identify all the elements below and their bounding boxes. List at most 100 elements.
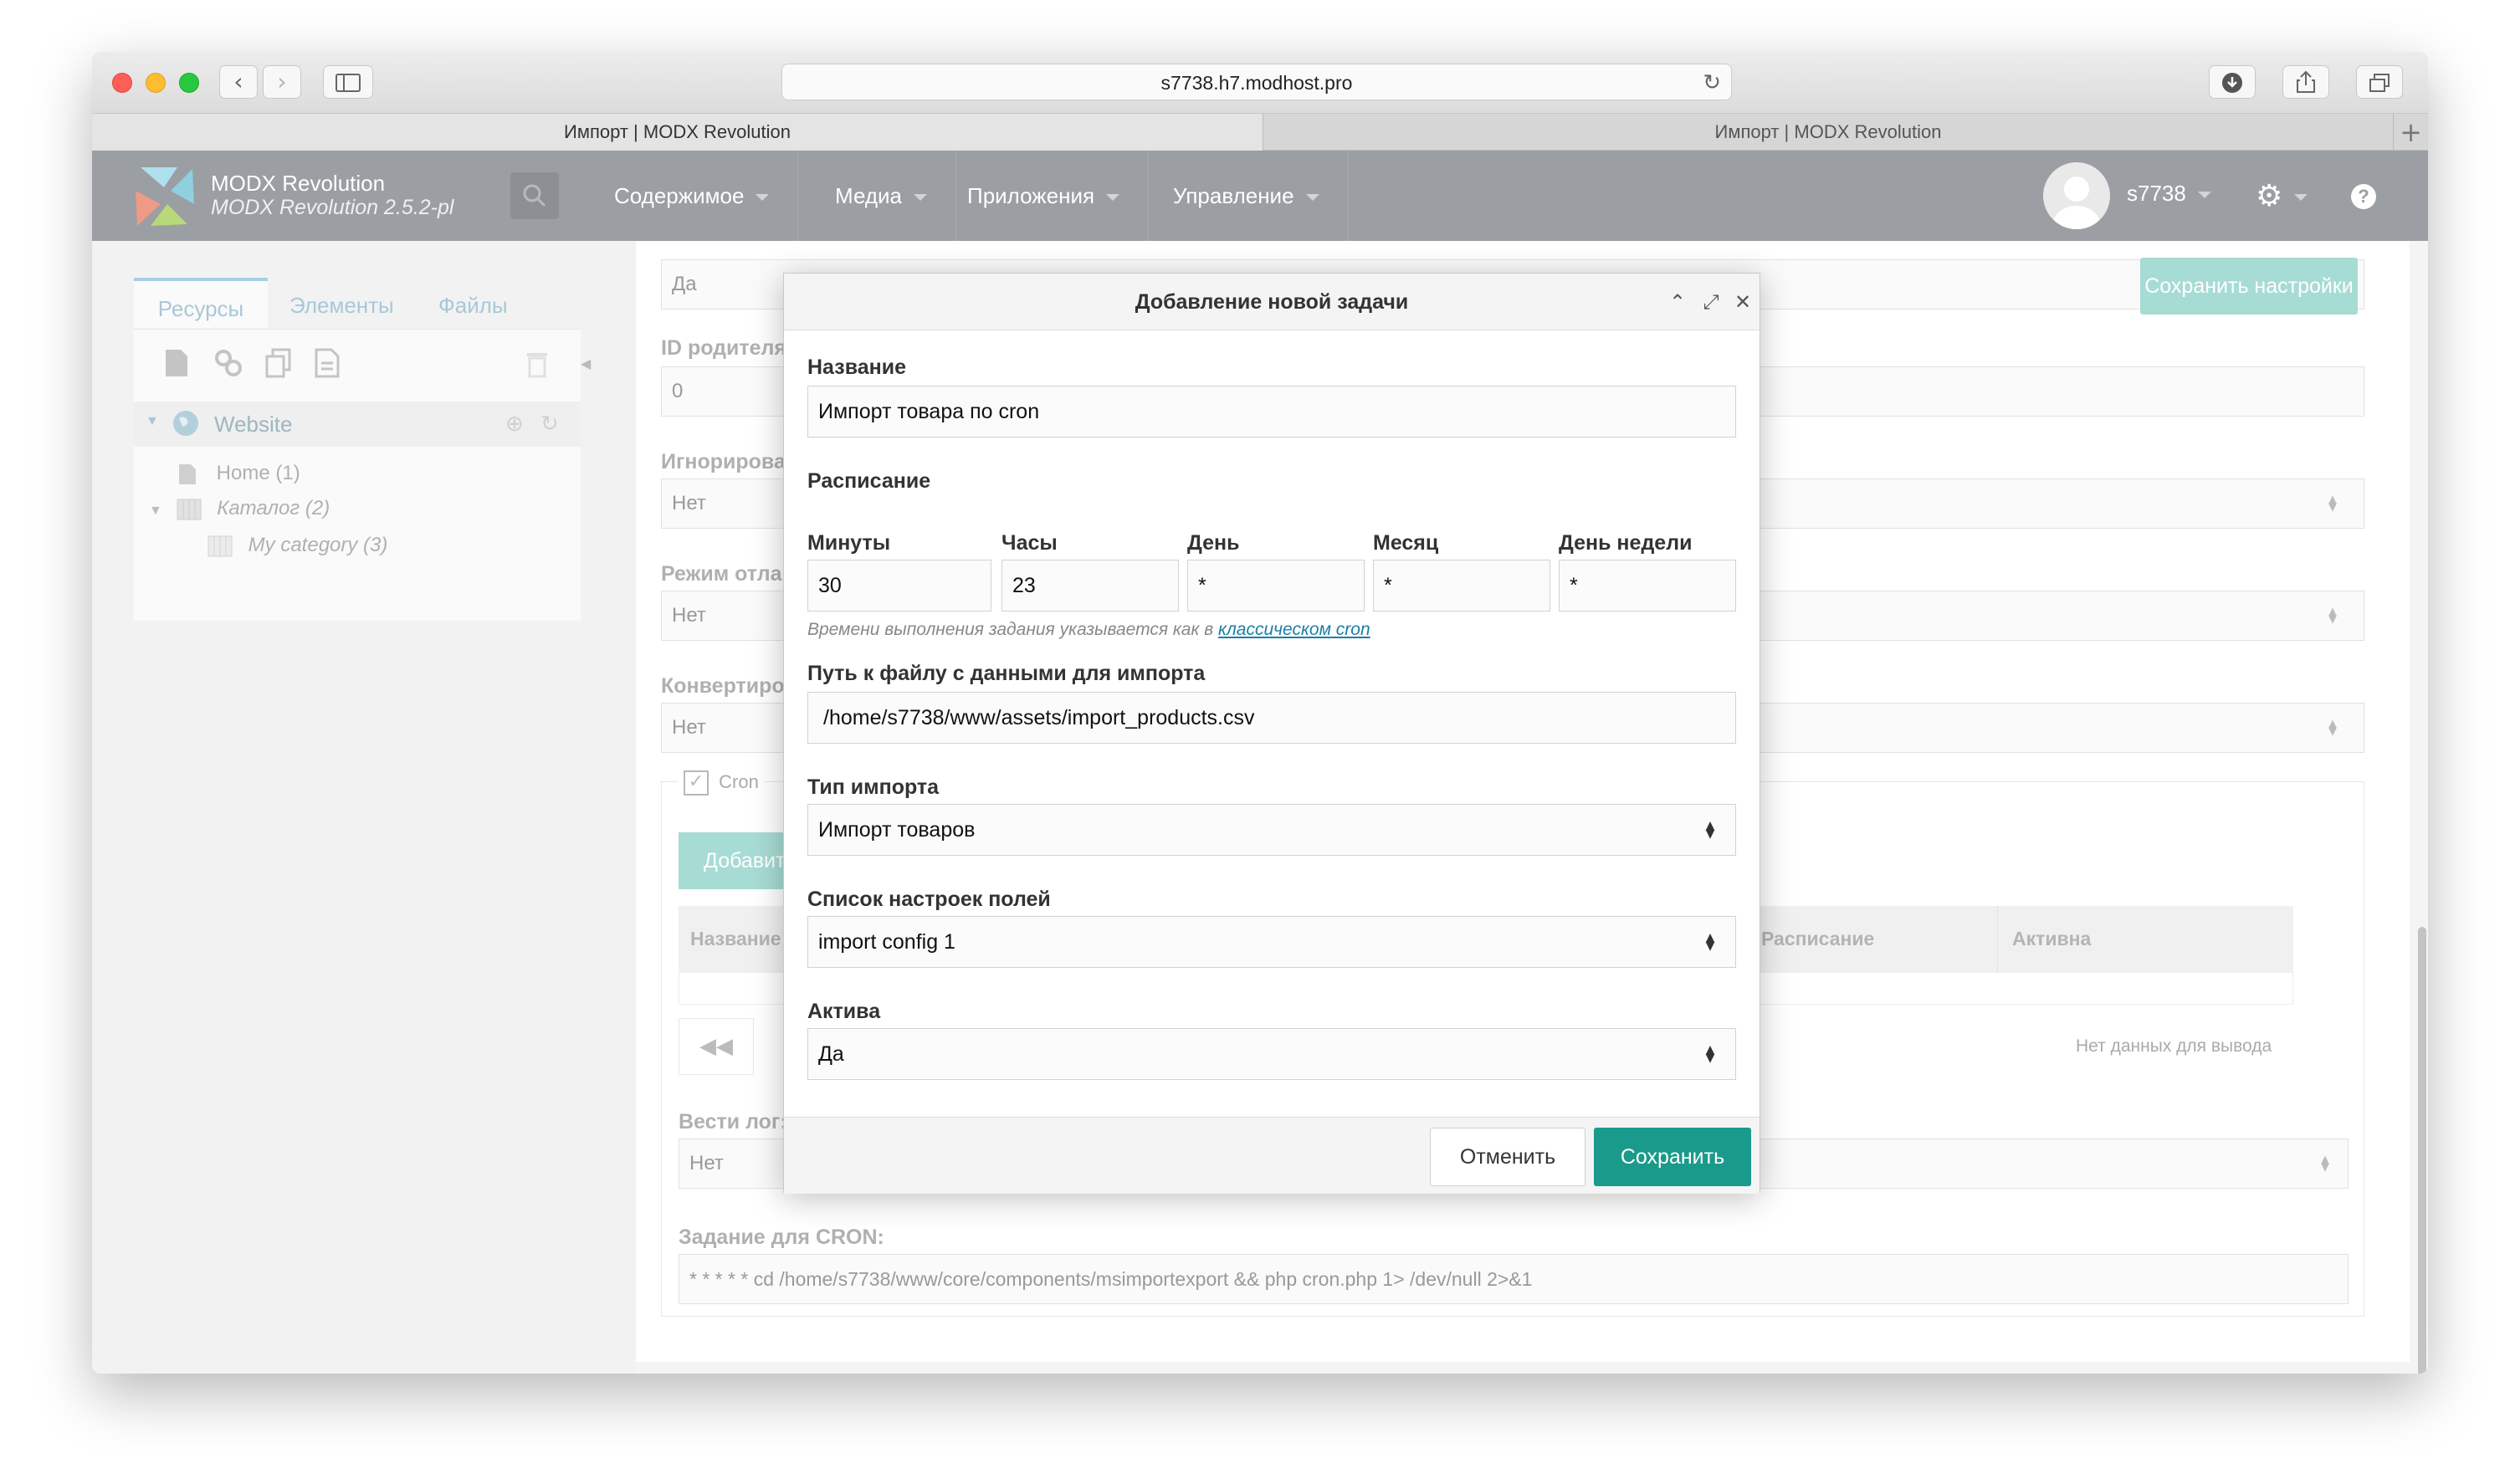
checkbox-label: Cron: [719, 770, 759, 792]
input-value: *: [1198, 574, 1206, 597]
page-scrollbar[interactable]: [2418, 927, 2426, 1374]
zoom-window-button[interactable]: [179, 73, 199, 93]
chevron-left-icon: ‹: [233, 68, 243, 95]
minutes-input[interactable]: 30: [807, 560, 991, 612]
settings-menu[interactable]: ⚙: [2256, 179, 2308, 213]
collapse-sidebar-icon[interactable]: ◀: [581, 355, 592, 375]
grid-column-active[interactable]: Активна: [2012, 928, 2091, 950]
tabs-overview-button[interactable]: [2356, 65, 2403, 99]
tabs-icon: [2369, 74, 2390, 92]
expand-arrow-icon[interactable]: ▼: [149, 504, 162, 518]
schedule-label: Расписание: [807, 469, 931, 493]
cancel-button[interactable]: Отменить: [1430, 1128, 1585, 1186]
tab-elements[interactable]: Элементы: [289, 278, 394, 328]
collapse-icon[interactable]: ⌃: [1666, 290, 1689, 314]
sidebar-icon: [336, 74, 361, 92]
column-divider: [1997, 906, 1998, 973]
close-window-button[interactable]: [112, 73, 132, 93]
config-label: Список настроек полей: [807, 888, 1051, 911]
field-value: Нет: [672, 604, 706, 627]
menu-label: Медиа: [835, 183, 902, 208]
grid-column-schedule[interactable]: Расписание: [1761, 928, 1874, 950]
forward-button[interactable]: ›: [263, 65, 301, 99]
list-item[interactable]: Home (1): [177, 462, 300, 486]
select-arrows-icon: ▲ ▼: [2328, 494, 2337, 514]
browser-tab-active[interactable]: Импорт | MODX Revolution: [92, 114, 1263, 151]
menu-extras[interactable]: Приложения: [939, 151, 1150, 241]
select-value: Да: [818, 1042, 844, 1066]
menu-content[interactable]: Содержимое: [586, 151, 799, 241]
cron-checkbox[interactable]: ✓ Cron: [679, 770, 764, 796]
copy-icon[interactable]: [264, 348, 293, 382]
hours-input[interactable]: 23: [1001, 560, 1179, 612]
reload-icon[interactable]: ↻: [1703, 64, 1721, 101]
grid-empty-message: Нет данных для вывода: [2076, 1036, 2272, 1056]
search-button[interactable]: [510, 172, 559, 219]
path-input[interactable]: /home/s7738/www/assets/import_products.c…: [807, 692, 1736, 744]
menu-manage[interactable]: Управление: [1145, 151, 1349, 241]
back-button[interactable]: ‹: [219, 65, 258, 99]
tree-item-label: My category (3): [248, 534, 388, 556]
weekday-input[interactable]: *: [1559, 560, 1736, 612]
month-input[interactable]: *: [1373, 560, 1550, 612]
tree-root-label: Website: [214, 412, 293, 437]
expand-arrow-icon[interactable]: ▼: [146, 414, 159, 429]
modx-header: MODX Revolution MODX Revolution 2.5.2-pl…: [92, 151, 2428, 241]
checkbox-checked-icon: ✓: [684, 770, 709, 796]
save-settings-button[interactable]: Сохранить настройки: [2140, 258, 2358, 315]
select-value: Импорт товаров: [818, 818, 976, 842]
avatar[interactable]: [2043, 162, 2110, 229]
share-button[interactable]: [2282, 65, 2329, 99]
caret-down-icon: [914, 194, 927, 202]
catalog-icon: [177, 499, 202, 520]
brand-version: MODX Revolution 2.5.2-pl: [211, 196, 454, 219]
tab-files[interactable]: Файлы: [438, 278, 508, 328]
document-icon: [179, 463, 196, 484]
menu-media[interactable]: Медиа: [807, 151, 956, 241]
address-bar[interactable]: s7738.h7.modhost.pro ↻: [781, 64, 1732, 100]
browser-toolbar: ‹ › s7738.h7.modhost.pro ↻: [92, 52, 2428, 114]
list-item[interactable]: ▼ Каталог (2): [149, 497, 330, 520]
list-item[interactable]: My category (3): [207, 534, 387, 557]
sidebar-toggle-button[interactable]: [323, 65, 373, 99]
cron-task-input[interactable]: * * * * * cd /home/s7738/www/core/compon…: [679, 1254, 2349, 1304]
save-button[interactable]: Сохранить: [1594, 1128, 1751, 1186]
browser-window: ‹ › s7738.h7.modhost.pro ↻ Импорт | MODX…: [92, 52, 2428, 1374]
tab-resources[interactable]: Ресурсы: [134, 278, 268, 328]
config-select[interactable]: import config 1 ▲ ▼: [807, 916, 1736, 968]
sidebar-tabs: Ресурсы Элементы Файлы: [134, 278, 581, 330]
weekday-label: День недели: [1559, 531, 1693, 555]
import-type-select[interactable]: Импорт товаров ▲ ▼: [807, 804, 1736, 856]
trash-icon[interactable]: [525, 350, 549, 382]
input-value: Импорт товара по cron: [818, 400, 1040, 423]
active-select[interactable]: Да ▲ ▼: [807, 1028, 1736, 1080]
add-circle-icon[interactable]: ⊕: [505, 412, 524, 437]
static-resource-icon[interactable]: [315, 348, 340, 382]
select-arrows-icon: ▲ ▼: [1705, 1043, 1715, 1065]
add-task-button[interactable]: Добавить: [679, 832, 787, 889]
minimize-window-button[interactable]: [146, 73, 166, 93]
new-tab-button[interactable]: +: [2393, 114, 2428, 151]
new-document-icon[interactable]: [164, 348, 189, 382]
help-icon[interactable]: ?: [2351, 184, 2376, 209]
first-page-button[interactable]: ◀◀: [679, 1018, 754, 1075]
close-icon[interactable]: ✕: [1731, 290, 1754, 314]
input-value: 30: [818, 574, 842, 597]
name-input[interactable]: Импорт товара по cron: [807, 386, 1736, 438]
browser-tab[interactable]: Импорт | MODX Revolution: [1264, 114, 2392, 151]
select-arrows-icon: ▲ ▼: [2321, 1154, 2329, 1174]
double-chevron-left-icon: ◀◀: [699, 1034, 733, 1059]
brand-name: MODX Revolution: [211, 171, 386, 196]
day-input[interactable]: *: [1187, 560, 1365, 612]
select-arrows-icon: ▲ ▼: [2328, 606, 2337, 626]
dialog-footer: Отменить Сохранить: [784, 1117, 1760, 1194]
grid-column-name[interactable]: Название: [690, 928, 781, 950]
cron-help-link[interactable]: классическом cron: [1218, 620, 1370, 639]
input-value: /home/s7738/www/assets/import_products.c…: [823, 706, 1255, 729]
downloads-button[interactable]: [2209, 65, 2256, 99]
maximize-icon[interactable]: ⤢: [1699, 290, 1723, 314]
refresh-icon[interactable]: ↻: [540, 412, 559, 437]
user-menu[interactable]: s7738: [2127, 181, 2211, 207]
link-icon[interactable]: [214, 348, 243, 382]
tree-root-row[interactable]: ▼ Website ⊕ ↻: [134, 402, 581, 447]
